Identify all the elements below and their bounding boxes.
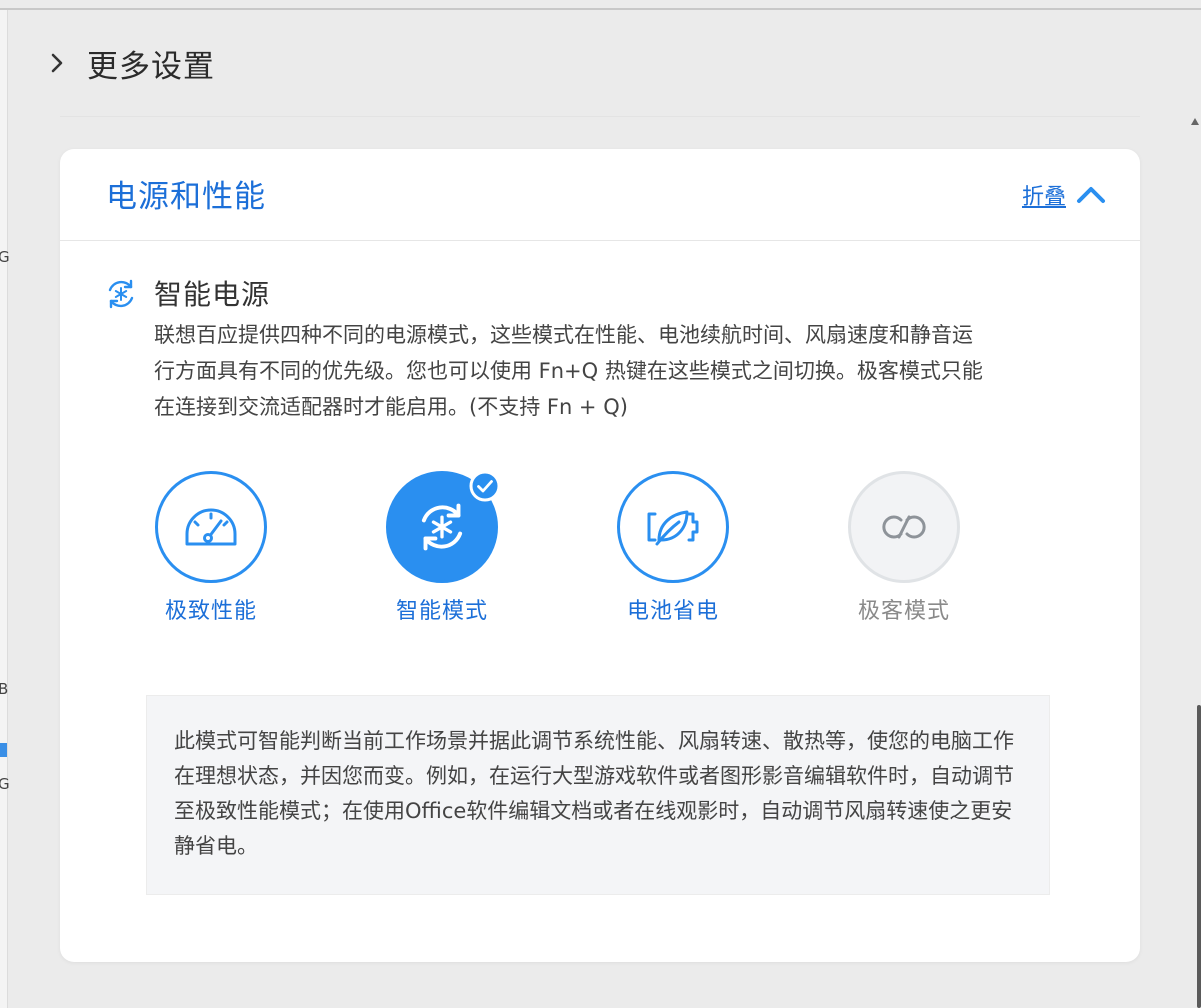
mode-battery-saver[interactable]: 电池省电 [593,471,753,625]
collapse-label: 折叠 [1021,185,1066,210]
panel-header: 电源和性能 折叠 [60,149,1140,241]
left-edge-glyph: B [0,680,9,698]
mode-circle [617,471,729,583]
selected-check-icon [469,470,501,502]
mode-geek[interactable]: 极客模式 [824,471,984,625]
scroll-up-icon[interactable] [1191,118,1199,125]
mode-description-text: 此模式可智能判断当前工作场景并据此调节系统性能、风扇转速、散热等，使您的电脑工作… [174,729,1014,858]
mode-description-box: 此模式可智能判断当前工作场景并据此调节系统性能、风扇转速、散热等，使您的电脑工作… [146,695,1050,895]
mode-label: 智能模式 [395,599,488,624]
collapse-button[interactable]: 折叠 [1022,179,1106,211]
divider [60,116,1140,117]
infinity-icon [882,515,926,539]
left-edge-glyph: G [0,775,10,793]
more-settings-label: 更多设置 [87,48,215,85]
window-top-border [0,8,1201,10]
power-performance-panel: 电源和性能 折叠 智能电源 联想百应提供四种不同的电源模式，这些模式在性能、电池… [60,149,1140,962]
scrollbar-thumb[interactable] [1197,705,1201,1008]
chevron-right-icon [51,53,63,73]
mode-circle [848,471,960,583]
smart-power-title: 智能电源 [154,278,271,311]
leaf-battery-icon [647,510,699,546]
mode-extreme-performance[interactable]: 极致性能 [131,471,291,625]
smart-power-description: 联想百应提供四种不同的电源模式，这些模式在性能、电池续航时间、风扇速度和静音运行… [154,323,983,419]
mode-smart[interactable]: 智能模式 [362,470,522,625]
smart-power-icon [108,279,134,309]
mode-circle [386,470,501,583]
left-edge-panel [0,10,8,1008]
mode-label: 极客模式 [857,599,950,624]
smart-fan-icon [421,503,463,551]
mode-label: 电池省电 [626,599,719,624]
left-edge-marker [0,743,7,757]
mode-circle [155,471,267,583]
panel-title: 电源和性能 [106,179,266,215]
speedometer-icon [185,508,237,546]
left-edge-glyph: G [0,248,10,266]
mode-label: 极致性能 [164,599,257,624]
chevron-up-icon [1077,187,1105,203]
more-settings-toggle[interactable]: 更多设置 [45,40,215,86]
